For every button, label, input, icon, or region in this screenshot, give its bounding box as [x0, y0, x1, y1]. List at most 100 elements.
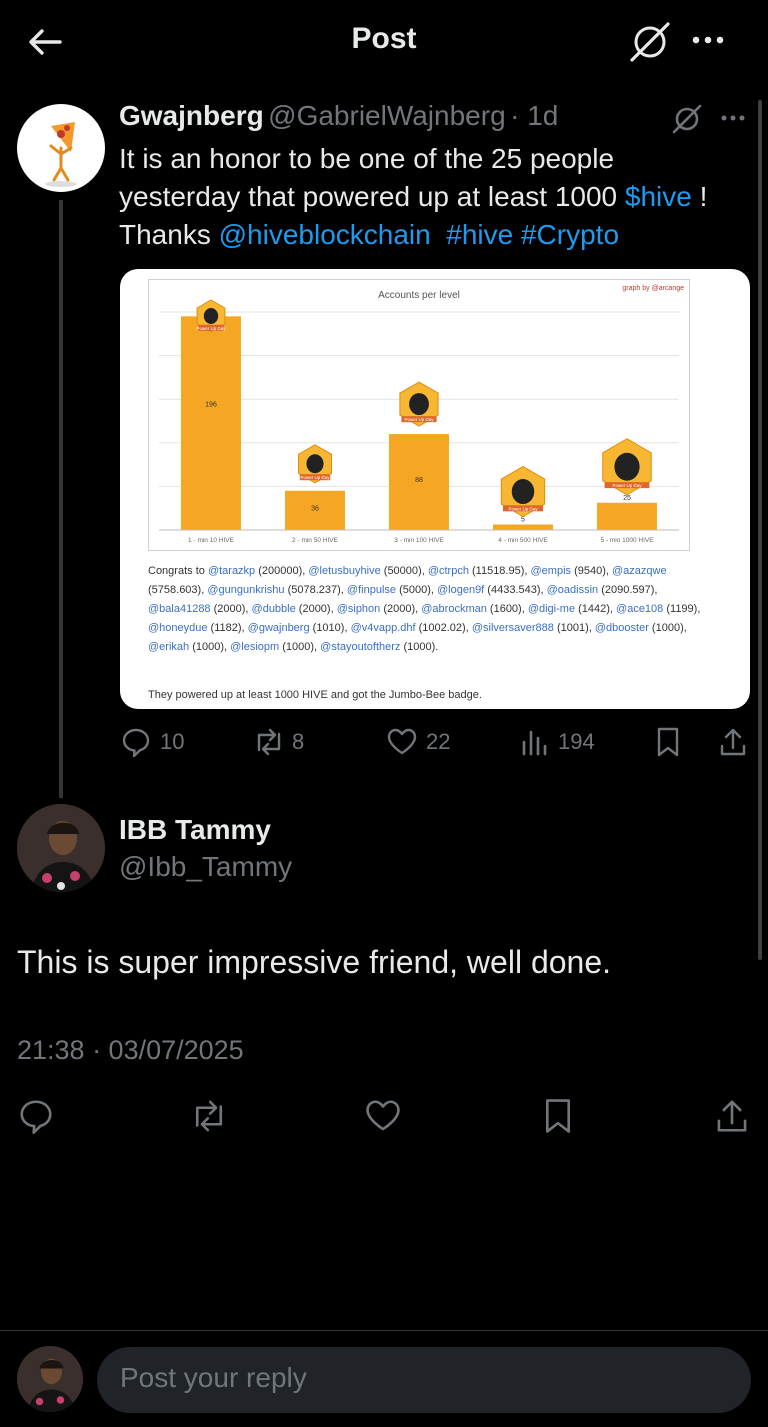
avatar[interactable] [17, 104, 105, 192]
grok-icon[interactable] [670, 102, 704, 136]
reply-button[interactable]: 10 [120, 726, 184, 758]
badge-label: Power Up Day [612, 483, 642, 488]
views-icon [522, 730, 547, 756]
reply-icon [122, 728, 150, 758]
like-button[interactable]: 22 [386, 726, 450, 758]
views-button[interactable]: 194 [520, 726, 595, 758]
chart-credit: graph by @arcange [622, 285, 684, 292]
text-segment: ! [691, 181, 708, 212]
mention-amount: (1000). [400, 641, 439, 653]
mention-link[interactable]: @gungunkrishu [207, 584, 284, 596]
more-options-icon[interactable] [690, 30, 730, 50]
text-segment: It is an honor to be one of the 25 peopl… [119, 143, 615, 174]
x-tick-label: 2 - min 50 HIVE [292, 537, 339, 544]
bookmark-icon[interactable] [654, 726, 682, 758]
reply-timestamp: 21:38 · 03/07/2025 [17, 1035, 244, 1065]
mention-link[interactable]: @ctrpch [428, 565, 469, 577]
avatar[interactable] [17, 804, 105, 892]
mention-link[interactable]: @ace108 [616, 603, 663, 615]
bar [181, 316, 241, 530]
author-handle[interactable]: @GabrielWajnberg [268, 100, 505, 131]
data-label: 88 [415, 477, 423, 484]
reply-text: This is super impressive friend, well do… [17, 944, 612, 980]
x-tick-label: 1 - min 10 HIVE [188, 537, 235, 544]
mention-link[interactable]: @azazqwe [612, 565, 667, 577]
data-label: 25 [623, 495, 631, 502]
mention-amount: (1001), [553, 622, 595, 634]
scrollbar[interactable] [758, 100, 762, 960]
mention-amount: (2000), [380, 603, 422, 615]
mention-link[interactable]: @v4vapp.dhf [351, 622, 416, 634]
data-label: 5 [521, 517, 525, 524]
share-icon[interactable] [718, 726, 748, 758]
repost-count: 8 [292, 729, 305, 754]
mention-link[interactable]: @silversaver888 [472, 622, 554, 634]
mention-link[interactable]: @oadissin [547, 584, 599, 596]
bee-body [306, 454, 324, 474]
bee-body [614, 452, 640, 481]
mention-amount: (5000), [396, 584, 437, 596]
repost-icon [257, 728, 281, 756]
reply-author-name[interactable]: IBB Tammy [119, 814, 271, 846]
text-segment: Thanks [119, 219, 219, 250]
reply-count: 10 [160, 729, 185, 754]
mention-link[interactable]: @empis [531, 565, 572, 577]
mention-amount: (2000), [210, 603, 252, 615]
tweet-line: Thanks @hiveblockchain #hive #Crypto [119, 216, 759, 254]
reply-author-handle[interactable]: @Ibb_Tammy [119, 851, 292, 883]
badge-label: Power Up Day [404, 417, 434, 422]
mention-link[interactable]: @honeydue [148, 622, 208, 634]
mention-link[interactable]: @finpulse [347, 584, 396, 596]
thread-line [59, 200, 63, 798]
media-card[interactable]: Accounts per level graph by @arcange 196… [120, 269, 750, 709]
mention-link[interactable]: @abrockman [421, 603, 487, 615]
mention-amount: (1442), [575, 603, 617, 615]
grok-icon[interactable] [628, 20, 672, 64]
heart-icon[interactable] [364, 1097, 402, 1135]
mention-link[interactable]: @dbooster [595, 622, 649, 634]
bee-body [511, 479, 535, 505]
tweet-line: It is an honor to be one of the 25 peopl… [119, 140, 759, 178]
badge-label: Power Up Day [196, 326, 226, 331]
x-tick-label: 5 - min 1000 HIVE [600, 537, 654, 544]
chart: Accounts per level graph by @arcange 196… [148, 279, 690, 551]
mention-amount: (5758.603), [148, 584, 208, 596]
text-segment: yesterday that powered up at least 1000 [119, 181, 625, 212]
hashtag-link[interactable]: #Crypto [521, 219, 619, 250]
mention-link[interactable]: @stayoutoftherz [320, 641, 400, 653]
mention-link[interactable]: @erikah [148, 641, 189, 653]
mention-link[interactable]: @logen9f [437, 584, 484, 596]
repost-icon[interactable] [189, 1097, 229, 1135]
bookmark-icon[interactable] [541, 1097, 575, 1135]
post-age: · 1d [510, 100, 559, 131]
mention-link[interactable]: @tarazkp [208, 565, 255, 577]
view-count: 194 [558, 729, 595, 754]
divider [0, 1082, 768, 1083]
badge-label: Power Up Day [508, 506, 538, 511]
avatar[interactable] [17, 1346, 83, 1412]
mention-amount: (50000), [380, 565, 428, 577]
heart-icon [387, 728, 417, 755]
mention-link[interactable]: @letusbuyhive [308, 565, 380, 577]
bee-body [409, 393, 429, 416]
more-options-icon[interactable] [720, 110, 750, 126]
mention-link[interactable]: @dubble [252, 603, 296, 615]
data-label: 196 [205, 401, 217, 408]
mention-amount: (2000), [295, 603, 337, 615]
mention-link[interactable]: @digi-me [528, 603, 575, 615]
mention-amount: (1199), [663, 603, 701, 615]
mention-link[interactable]: @lesiopm [230, 641, 279, 653]
mention-link[interactable]: @gwajnberg [248, 622, 310, 634]
hashtag-link[interactable]: #hive [446, 219, 513, 250]
author-name[interactable]: Gwajnberg [119, 100, 264, 131]
badge-label: Power Up Day [300, 475, 330, 480]
mention-link[interactable]: @hiveblockchain [219, 219, 431, 250]
mention-amount: (11518.95), [468, 565, 531, 577]
mention-link[interactable]: @bala41288 [148, 603, 211, 615]
mention-amount: (1182), [207, 622, 248, 634]
share-icon[interactable] [714, 1097, 750, 1135]
cashtag-link[interactable]: $hive [625, 181, 692, 212]
reply-icon[interactable] [17, 1097, 55, 1135]
mention-link[interactable]: @siphon [337, 603, 381, 615]
repost-button[interactable]: 8 [252, 726, 304, 758]
